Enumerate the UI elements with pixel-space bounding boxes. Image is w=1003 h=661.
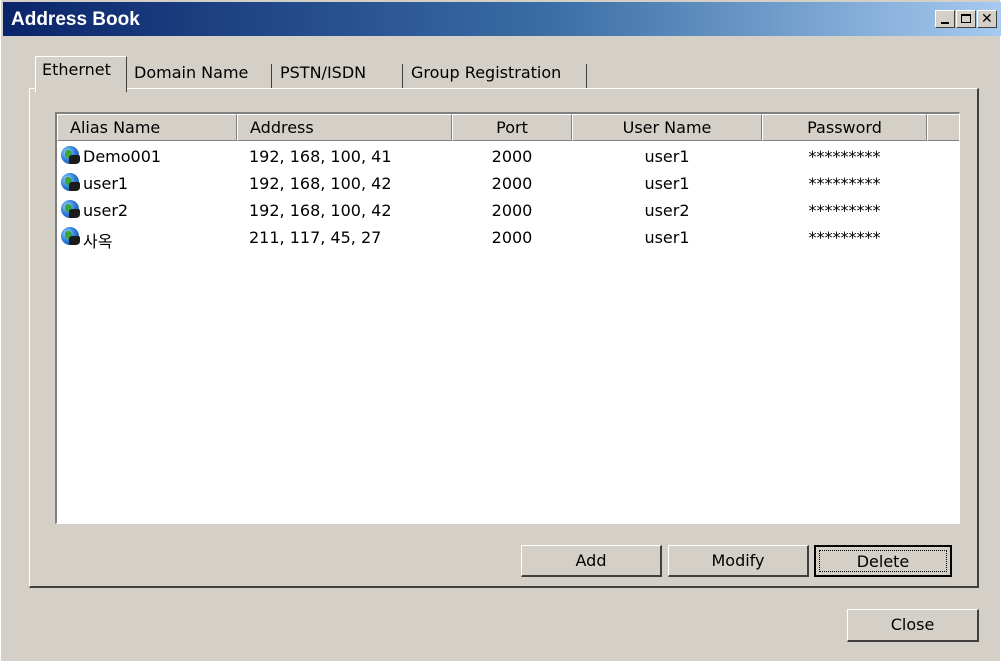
alias-name-cell: user2	[83, 201, 129, 220]
column-header-filler	[927, 114, 959, 141]
port-cell: 2000	[491, 201, 533, 220]
list-item[interactable]: Demo001 192, 168, 100, 41 2000 user1 ***…	[57, 143, 959, 170]
address-cell: 192, 168, 100, 42	[249, 174, 392, 193]
alias-name-cell: user1	[83, 174, 129, 193]
column-header-port[interactable]: Port	[452, 114, 572, 141]
close-icon: ✕	[981, 11, 993, 27]
globe-icon	[61, 227, 80, 245]
list-item[interactable]: user2 192, 168, 100, 42 2000 user2 *****…	[57, 197, 959, 224]
password-cell: *********	[808, 147, 881, 166]
list-item[interactable]: user1 192, 168, 100, 42 2000 user1 *****…	[57, 170, 959, 197]
address-list[interactable]: Alias Name Address Port User Name Passwo…	[55, 112, 960, 524]
close-button[interactable]: Close	[847, 609, 979, 642]
tab-domain-name[interactable]: Domain Name	[128, 60, 271, 90]
alias-name-cell: Demo001	[83, 147, 162, 166]
tab-group-registration[interactable]: Group Registration	[405, 60, 587, 90]
column-header-alias-name[interactable]: Alias Name	[57, 114, 237, 141]
maximize-button[interactable]	[956, 10, 976, 28]
address-cell: 192, 168, 100, 41	[249, 147, 392, 166]
tab-ethernet[interactable]: Ethernet	[35, 56, 127, 92]
globe-icon	[61, 146, 80, 164]
tab-divider	[586, 64, 587, 88]
password-cell: *********	[808, 174, 881, 193]
tab-divider	[402, 64, 403, 88]
focus-rectangle	[819, 550, 947, 572]
password-cell: *********	[808, 201, 881, 220]
list-item[interactable]: 사옥 211, 117, 45, 27 2000 user1 *********	[57, 224, 959, 251]
column-header-password[interactable]: Password	[762, 114, 927, 141]
globe-icon	[61, 173, 80, 191]
port-cell: 2000	[491, 174, 533, 193]
modify-button[interactable]: Modify	[668, 545, 809, 577]
user-name-cell: user2	[644, 201, 690, 220]
window-title: Address Book	[11, 9, 140, 30]
close-window-button[interactable]: ✕	[977, 10, 997, 28]
address-cell: 211, 117, 45, 27	[249, 228, 382, 247]
port-cell: 2000	[491, 147, 533, 166]
user-name-cell: user1	[644, 174, 690, 193]
address-book-window: Address Book ✕ Ethernet Domain Name PSTN…	[0, 0, 1001, 661]
user-name-cell: user1	[644, 228, 690, 247]
maximize-icon	[961, 14, 971, 23]
column-header-user-name[interactable]: User Name	[572, 114, 762, 141]
minimize-icon	[941, 22, 949, 24]
user-name-cell: user1	[644, 147, 690, 166]
column-header-address[interactable]: Address	[237, 114, 452, 141]
minimize-button[interactable]	[935, 10, 955, 28]
tab-divider	[271, 64, 272, 88]
delete-button[interactable]: Delete	[814, 545, 952, 577]
globe-icon	[61, 200, 80, 218]
password-cell: *********	[808, 228, 881, 247]
port-cell: 2000	[491, 228, 533, 247]
list-header: Alias Name Address Port User Name Passwo…	[57, 114, 959, 141]
tab-pstn-isdn[interactable]: PSTN/ISDN	[274, 60, 402, 90]
add-button[interactable]: Add	[521, 545, 662, 577]
title-bar[interactable]: Address Book ✕	[3, 2, 1001, 36]
window-controls: ✕	[935, 10, 997, 28]
alias-name-cell: 사옥	[83, 232, 113, 251]
address-cell: 192, 168, 100, 42	[249, 201, 392, 220]
